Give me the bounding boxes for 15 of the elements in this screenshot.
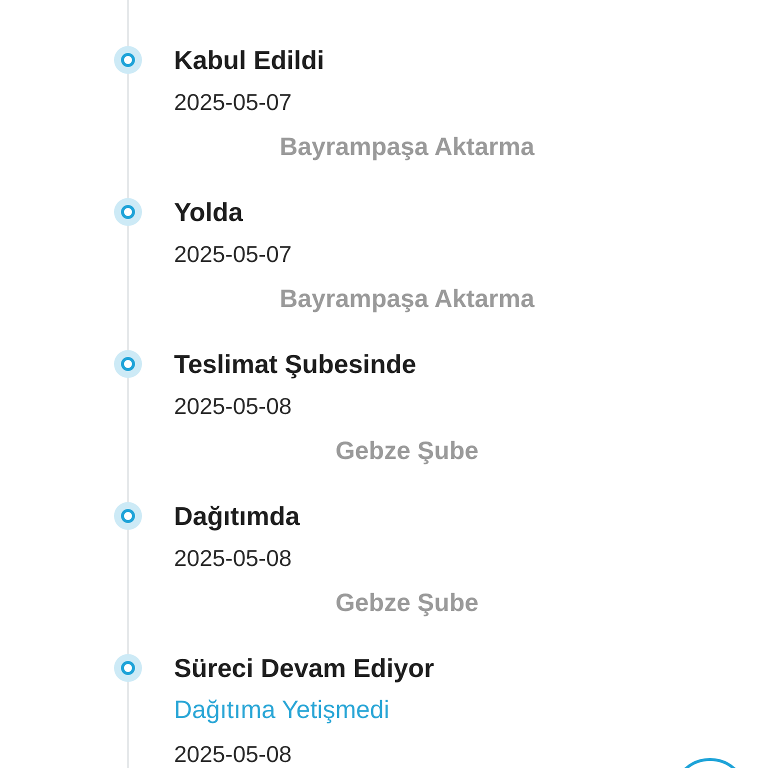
status-title: Dağıtımda — [174, 500, 300, 533]
status-title: Süreci Devam Ediyor — [174, 652, 434, 685]
event-date: 2025-05-07 — [174, 88, 292, 117]
status-note: Dağıtıma Yetişmedi — [174, 695, 390, 726]
event-date: 2025-05-07 — [174, 240, 292, 269]
event-location: Bayrampaşa Aktarma — [280, 132, 534, 163]
event-date: 2025-05-08 — [174, 392, 292, 421]
status-title: Kabul Edildi — [174, 44, 324, 77]
event-location: Gebze Şube — [335, 436, 479, 467]
status-title: Yolda — [174, 196, 243, 229]
event-location: Bayrampaşa Aktarma — [280, 284, 534, 315]
status-title: Teslimat Şubesinde — [174, 348, 416, 381]
event-date: 2025-05-08 — [174, 740, 292, 768]
event-location: Gebze Şube — [335, 588, 479, 619]
event-date: 2025-05-08 — [174, 544, 292, 573]
